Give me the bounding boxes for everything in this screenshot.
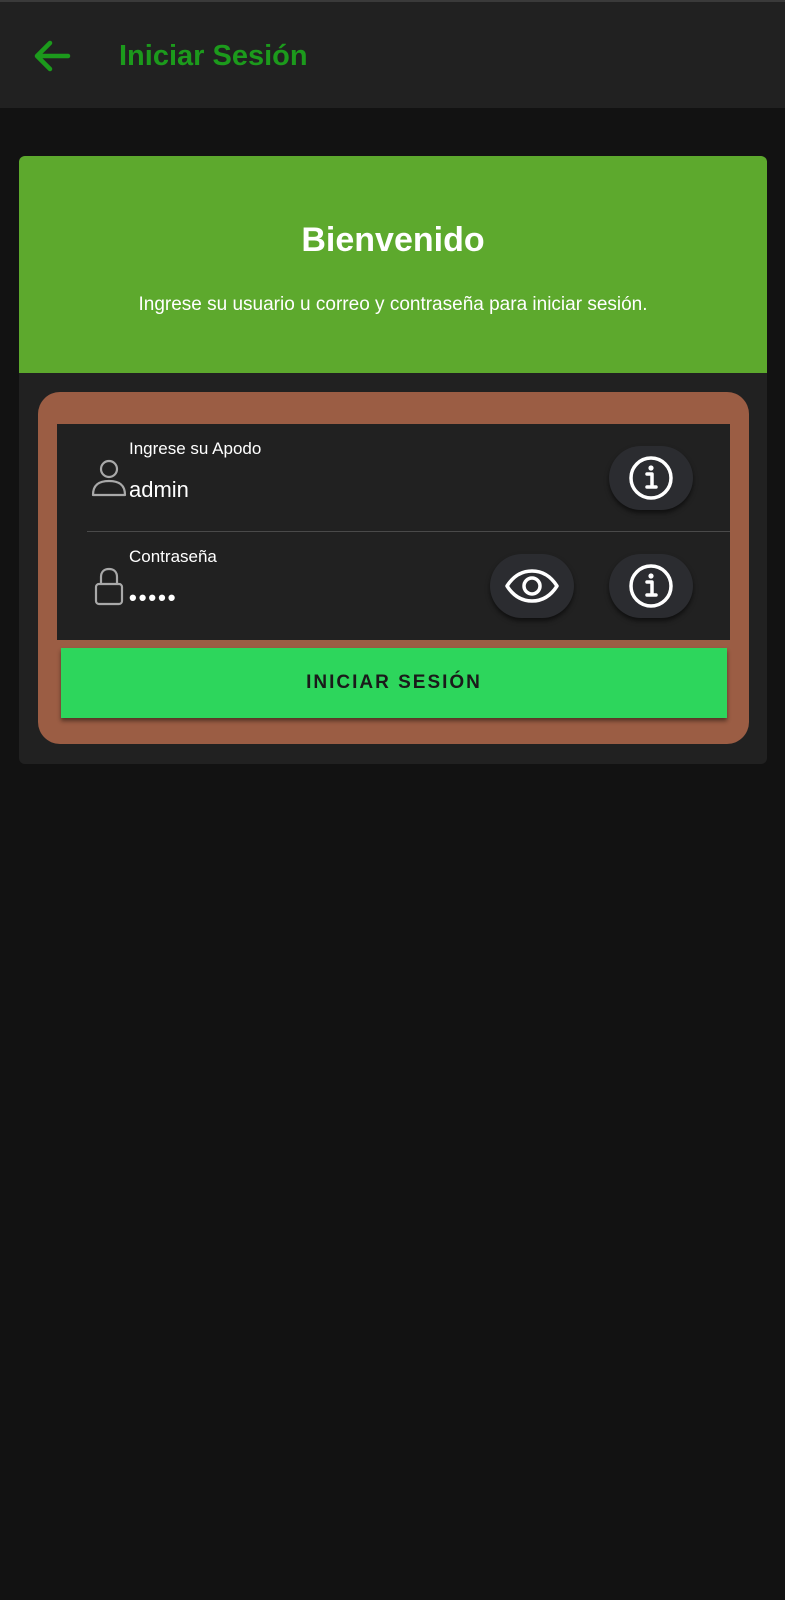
welcome-header: Bienvenido Ingrese su usuario u correo y… [19,156,767,373]
welcome-subtitle: Ingrese su usuario u correo y contraseña… [138,294,648,315]
username-label: Ingrese su Apodo [129,439,262,458]
toggle-password-visibility-button[interactable] [490,554,574,618]
back-button[interactable] [28,32,76,80]
info-icon [629,564,673,608]
page-title: Iniciar Sesión [119,40,308,72]
welcome-title: Bienvenido [301,221,485,259]
person-icon [89,454,129,502]
username-field[interactable]: Ingrese su Apodo admin [57,424,730,532]
eye-icon [505,569,559,603]
password-label: Contraseña [129,547,217,566]
lock-icon [89,562,129,610]
username-input[interactable]: admin [129,476,429,504]
arrow-left-icon [34,40,71,72]
login-card: Bienvenido Ingrese su usuario u correo y… [19,156,767,764]
login-submit-button[interactable]: INICIAR SESIÓN [61,648,727,718]
login-form: Ingrese su Apodo admin Contraseña ••••• … [38,392,749,744]
password-info-button[interactable] [609,554,693,618]
info-icon [629,456,673,500]
app-bar: Iniciar Sesión [0,0,785,108]
password-field[interactable]: Contraseña ••••• [57,532,730,640]
password-input[interactable]: ••••• [129,584,429,612]
fields-container: Ingrese su Apodo admin Contraseña ••••• [57,424,730,640]
username-info-button[interactable] [609,446,693,510]
